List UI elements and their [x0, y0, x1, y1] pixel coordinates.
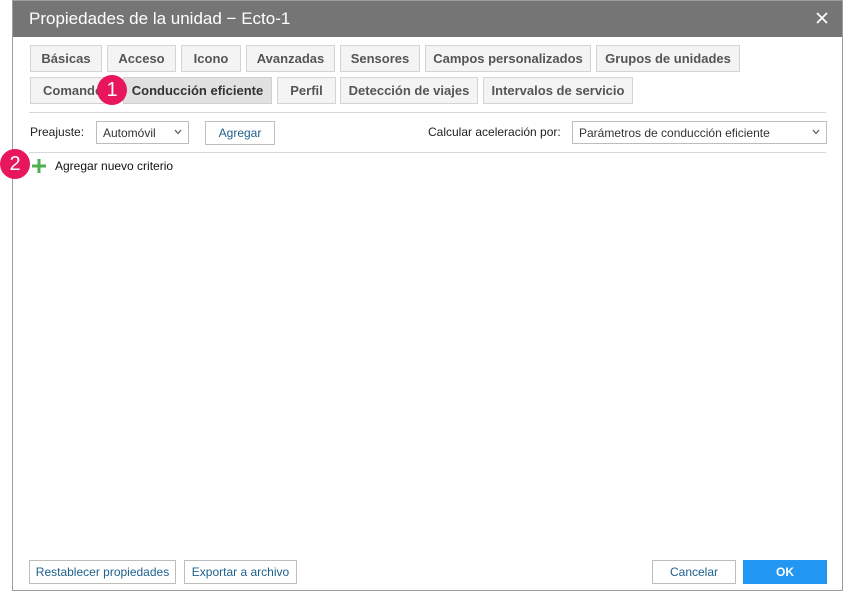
- toolbar-divider: [29, 152, 826, 153]
- tabs-divider: [29, 112, 826, 113]
- preset-label: Preajuste:: [30, 125, 85, 139]
- tab-acceso[interactable]: Acceso: [107, 45, 176, 72]
- reset-properties-button[interactable]: Restablecer propiedades: [29, 560, 176, 584]
- dialog-titlebar: Propiedades de la unidad − Ecto-1: [13, 1, 842, 37]
- dialog-title: Propiedades de la unidad − Ecto-1: [29, 9, 291, 28]
- annotation-badge-1: 1: [97, 75, 127, 105]
- accel-label: Calcular aceleración por:: [428, 125, 561, 139]
- tab-deteccion-de-viajes[interactable]: Detección de viajes: [340, 77, 478, 104]
- tab-icono[interactable]: Icono: [181, 45, 241, 72]
- accel-value: Parámetros de conducción eficiente: [579, 125, 770, 140]
- unit-properties-dialog: Propiedades de la unidad − Ecto-1 Básica…: [12, 0, 843, 591]
- tab-sensores[interactable]: Sensores: [340, 45, 420, 72]
- ok-button[interactable]: OK: [743, 560, 827, 584]
- tab-perfil[interactable]: Perfil: [277, 77, 336, 104]
- tab-grupos-de-unidades[interactable]: Grupos de unidades: [596, 45, 740, 72]
- add-criterion-label: Agregar nuevo criterio: [55, 159, 174, 173]
- annotation-badge-2: 2: [0, 149, 30, 179]
- cancel-button[interactable]: Cancelar: [652, 560, 736, 584]
- preset-value: Automóvil: [103, 125, 156, 140]
- tab-avanzadas[interactable]: Avanzadas: [246, 45, 335, 72]
- close-icon[interactable]: [812, 8, 832, 28]
- chevron-down-icon: [812, 129, 820, 135]
- tab-conduccion-eficiente[interactable]: Conducción eficiente: [123, 77, 272, 104]
- accel-select[interactable]: Parámetros de conducción eficiente: [572, 121, 827, 144]
- tab-campos-personalizados[interactable]: Campos personalizados: [425, 45, 591, 72]
- preset-select[interactable]: Automóvil: [96, 121, 189, 144]
- add-criterion-button[interactable]: Agregar nuevo criterio: [32, 157, 173, 175]
- chevron-down-icon: [174, 129, 182, 135]
- plus-icon: [32, 159, 46, 173]
- add-preset-button[interactable]: Agregar: [205, 121, 275, 145]
- export-to-file-button[interactable]: Exportar a archivo: [184, 560, 297, 584]
- tab-basicas[interactable]: Básicas: [30, 45, 102, 72]
- tab-intervalos-de-servicio[interactable]: Intervalos de servicio: [483, 77, 633, 104]
